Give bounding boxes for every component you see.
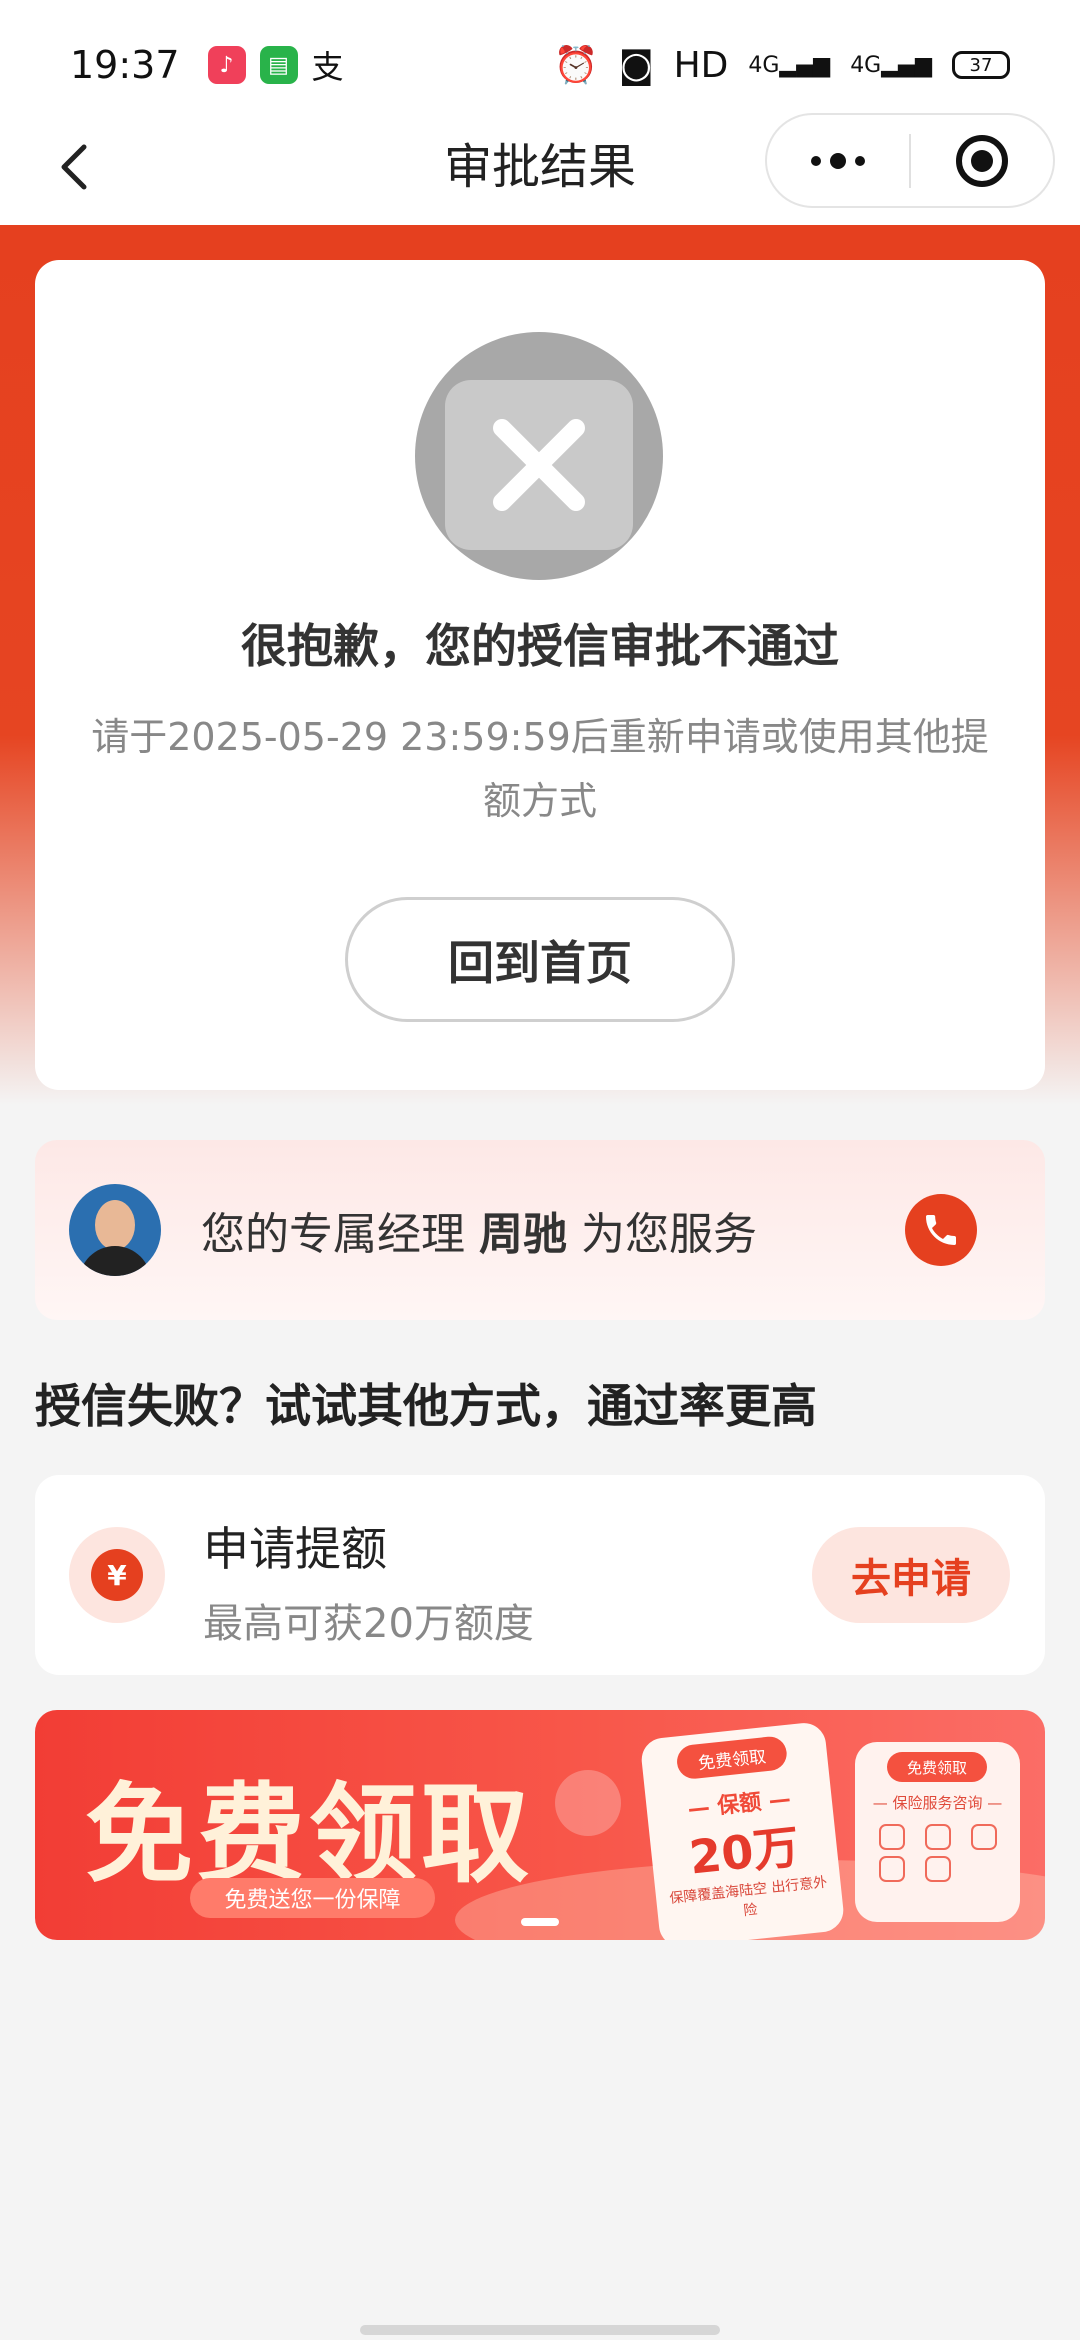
result-card: 很抱歉，您的授信审批不通过 请于2025-05-29 23:59:59后重新申请… [35,260,1045,1090]
manager-name: 周驰 [479,1209,567,1260]
more-button[interactable] [767,115,909,206]
yuan-glyph: ¥ [91,1549,143,1601]
alarm-icon: ⏰ [553,45,599,86]
service-icon [925,1856,951,1882]
banner-insurance-card: 免费领取 — 保额 — 20万 保障覆盖海陆空 出行意外险 [639,1720,846,1940]
camera-icon: ◙ [618,44,654,86]
quota-card[interactable]: ¥ 申请提额 最高可获20万额度 去申请 [35,1475,1045,1675]
target-close-icon [955,134,1008,187]
service-icon [971,1824,997,1850]
fail-icon [415,332,663,580]
music-app-icon: ♪ [207,46,246,84]
signal-4g-label: 4G▂▄▆ [748,52,831,78]
result-title: 很抱歉，您的授信审批不通过 [241,619,839,673]
service-icon [879,1824,905,1850]
banner-pill: 免费送您一份保障 [190,1878,435,1918]
manager-avatar [69,1184,161,1276]
section-heading: 授信失败？试试其他方式，通过率更高 [35,1379,817,1433]
yuan-icon: ¥ [69,1527,165,1623]
close-mini-program-button[interactable] [911,115,1053,206]
battery-icon: 37 [952,51,1010,79]
banner-card1-tag: 免费领取 [675,1735,789,1781]
fail-x-icon [445,380,633,550]
signal-4g-label-2: 4G▂▄▆ [850,52,932,78]
service-icon [925,1824,951,1850]
service-icon [879,1856,905,1882]
alipay-icon: 支 [311,48,344,86]
quota-subtitle: 最高可获20万额度 [203,1601,534,1647]
nav-bar: 审批结果 [0,110,1080,225]
manager-card[interactable]: 您的专属经理 周驰 为您服务 [35,1140,1045,1320]
home-indicator[interactable] [360,2325,720,2335]
message-app-icon: ▤ [259,46,298,84]
apply-button[interactable]: 去申请 [812,1527,1010,1623]
quota-title: 申请提额 [203,1522,387,1576]
more-dots-icon [811,152,865,169]
promo-banner[interactable]: 免费领取 免费送您一份保障 免费领取 — 保额 — 20万 保障覆盖海陆空 出行… [35,1710,1045,1940]
back-button[interactable] [38,132,108,202]
mini-program-capsule [765,113,1055,208]
banner-service-card: 免费领取 — 保险服务咨询 — [855,1742,1020,1922]
result-description: 请于2025-05-29 23:59:59后重新申请或使用其他提额方式 [91,715,989,823]
banner-pagination [35,1918,1045,1926]
back-to-home-button[interactable]: 回到首页 [345,897,735,1022]
banner-card2-label: — 保险服务咨询 — [872,1794,1003,1812]
banner-bubble [555,1770,621,1836]
manager-text: 您的专属经理 周驰 为您服务 [201,1198,757,1262]
manager-prefix: 您的专属经理 [201,1209,465,1260]
banner-service-icons [873,1824,1003,1882]
chevron-left-icon [61,144,87,190]
status-time: 19:37 [70,43,180,87]
banner-card2-tag: 免费领取 [887,1752,987,1782]
call-manager-button[interactable] [905,1194,977,1266]
manager-suffix: 为您服务 [581,1209,757,1260]
phone-icon [926,1215,956,1245]
network-label: HD [673,44,729,86]
status-indicators: ⏰ ◙ HD 4G▂▄▆ 4G▂▄▆ 37 [554,44,1010,86]
banner-dot-active [521,1918,559,1926]
